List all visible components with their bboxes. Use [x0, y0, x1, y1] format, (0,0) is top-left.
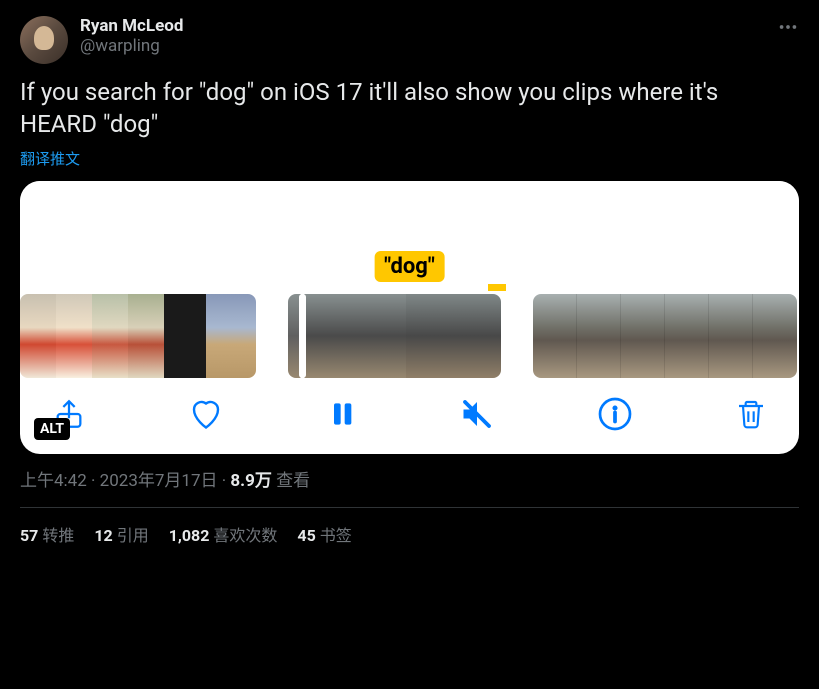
video-frame	[304, 294, 406, 378]
clip-group-3[interactable]	[533, 294, 797, 378]
display-name: Ryan McLeod	[80, 16, 183, 36]
video-frame	[753, 294, 797, 378]
video-frame	[533, 294, 577, 378]
handle: @warpling	[80, 36, 183, 56]
clip-group-2[interactable]	[288, 294, 501, 378]
user-info[interactable]: Ryan McLeod @warpling	[80, 16, 183, 56]
meta-time[interactable]: 上午4:42	[20, 471, 87, 491]
tweet-meta: 上午4:42 · 2023年7月17日 · 8.9万 查看	[20, 466, 799, 508]
video-frame	[92, 294, 128, 378]
stat-likes[interactable]: 1,082喜欢次数	[169, 522, 278, 546]
heart-icon[interactable]	[188, 396, 224, 432]
video-frame	[56, 294, 92, 378]
video-timeline[interactable]	[20, 294, 799, 378]
audio-match-marker	[488, 284, 506, 291]
info-icon[interactable]	[597, 396, 633, 432]
video-frame	[164, 294, 206, 378]
search-term-label: "dog"	[374, 251, 445, 282]
stat-retweets[interactable]: 57转推	[20, 522, 74, 546]
tweet-text: If you search for "dog" on iOS 17 it'll …	[20, 76, 799, 140]
stat-bookmarks[interactable]: 45书签	[297, 522, 351, 546]
tweet-container: Ryan McLeod @warpling If you search for …	[0, 0, 819, 562]
views-label: 查看	[276, 471, 310, 491]
media-card[interactable]: "dog"	[20, 181, 799, 454]
video-frame	[621, 294, 665, 378]
video-frame	[20, 294, 56, 378]
tweet-stats: 57转推 12引用 1,082喜欢次数 45书签	[20, 522, 799, 546]
views-count: 8.9万	[230, 471, 271, 491]
alt-badge[interactable]: ALT	[34, 418, 70, 440]
video-frame	[128, 294, 164, 378]
clip-group-1[interactable]	[20, 294, 256, 378]
avatar[interactable]	[20, 16, 68, 64]
translate-link[interactable]: 翻译推文	[20, 148, 799, 169]
pause-icon[interactable]	[326, 398, 358, 430]
tweet-header: Ryan McLeod @warpling	[20, 16, 799, 64]
video-frame	[206, 294, 256, 378]
media-toolbar	[20, 378, 799, 454]
playhead[interactable]	[299, 294, 306, 378]
trash-icon[interactable]	[735, 398, 767, 430]
video-frame	[406, 294, 501, 378]
video-frame	[577, 294, 621, 378]
video-frame	[665, 294, 709, 378]
media-top: "dog"	[20, 181, 799, 286]
meta-date[interactable]: 2023年7月17日	[100, 471, 218, 491]
more-button[interactable]	[777, 16, 799, 42]
mute-icon[interactable]	[459, 396, 495, 432]
stat-quotes[interactable]: 12引用	[94, 522, 148, 546]
video-frame	[709, 294, 753, 378]
